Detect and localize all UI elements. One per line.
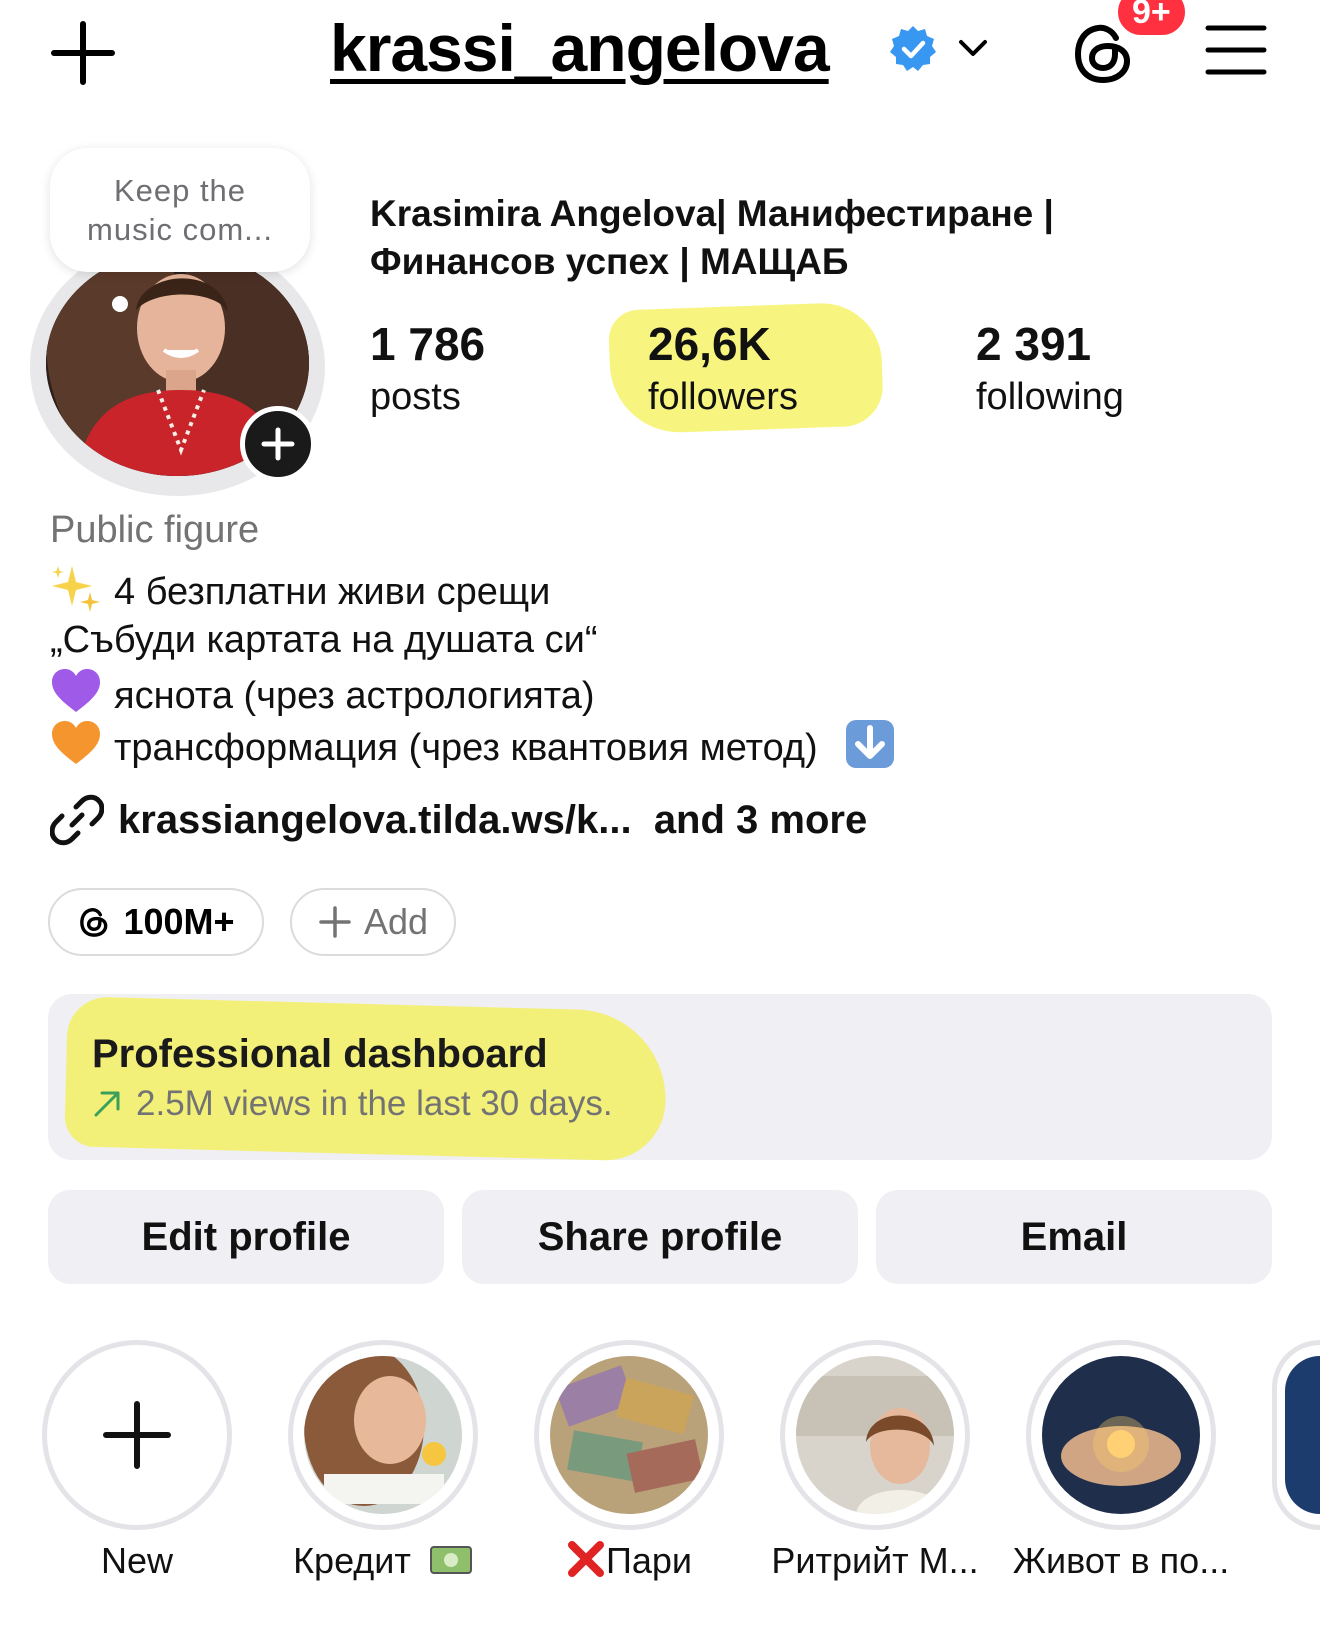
note-bubble[interactable]: Keep the music com... bbox=[50, 148, 310, 272]
plus-icon bbox=[319, 906, 351, 938]
highlight-label: New bbox=[100, 1540, 174, 1581]
add-chip-label: Add bbox=[363, 901, 429, 942]
red-x-icon bbox=[567, 1541, 604, 1577]
edit-profile-button[interactable]: Edit profile bbox=[48, 1190, 444, 1284]
full-name-line1: Krasimira Angelova| Манифестиране | bbox=[370, 193, 1054, 234]
threads-icon bbox=[80, 908, 108, 937]
full-name-line2: Финансов успех | МАЩАБ bbox=[370, 241, 849, 282]
down-arrow-icon bbox=[846, 720, 895, 768]
bio-text: „Събуди картата на душата си“ bbox=[50, 619, 598, 661]
add-chip-button[interactable]: Add bbox=[290, 888, 456, 956]
bio-link-more[interactable]: and 3 more bbox=[654, 798, 867, 842]
dashboard-title: Professional dashboard bbox=[92, 1032, 548, 1076]
following-label: following bbox=[976, 376, 1124, 418]
highlight-label-row: Кредит bbox=[268, 1537, 498, 1585]
bio-line-2: „Събуди картата на душата си“ bbox=[50, 614, 598, 666]
followers-count: 26,6K bbox=[648, 318, 771, 370]
sparkles-icon bbox=[52, 566, 100, 612]
note-text-line1: Keep the bbox=[113, 173, 247, 208]
add-story-button[interactable] bbox=[240, 406, 316, 482]
chevron-down-icon[interactable] bbox=[955, 30, 991, 66]
highlight-zhivot[interactable] bbox=[1026, 1340, 1216, 1530]
threads-count: 100M+ bbox=[123, 901, 235, 942]
bio-line-1: 4 безплатни живи срещи bbox=[50, 562, 550, 618]
stat-posts[interactable]: 1 786 posts bbox=[370, 316, 485, 422]
highlight-label-row: Пари bbox=[534, 1537, 724, 1585]
profile-category: Public figure bbox=[50, 509, 260, 551]
bio-text: 4 безплатни живи срещи bbox=[114, 571, 551, 613]
stat-following[interactable]: 2 391 following bbox=[976, 316, 1124, 422]
highlight-label: Ритрийт М... bbox=[771, 1540, 979, 1581]
link-icon bbox=[50, 794, 104, 846]
dashboard-subtitle: 2.5M views in the last 30 days. bbox=[136, 1084, 613, 1123]
highlighter-mark bbox=[64, 996, 668, 1162]
bio-line-3: яснота (чрез астрологията) bbox=[50, 666, 595, 722]
plus-icon bbox=[103, 1401, 171, 1469]
bio-link[interactable]: krassiangelova.tilda.ws/k... bbox=[118, 798, 632, 842]
posts-count: 1 786 bbox=[370, 318, 486, 370]
posts-label: posts bbox=[370, 376, 461, 418]
bio-text: трансформация (чрез квантовия метод) bbox=[114, 727, 818, 769]
threads-followers-chip[interactable]: 100M+ bbox=[48, 888, 264, 956]
stat-followers[interactable]: 26,6K followers bbox=[648, 316, 798, 422]
note-text-line2: music com... bbox=[87, 212, 273, 247]
highlight-pari[interactable] bbox=[534, 1340, 724, 1530]
followers-label: followers bbox=[648, 376, 798, 418]
bio-text: яснота (чрез астрологията) bbox=[114, 675, 595, 717]
verified-badge-icon bbox=[888, 24, 938, 74]
bio-line-4: трансформация (чрез квантовия метод) bbox=[50, 718, 908, 774]
highlight-label: Живот в по... bbox=[1012, 1540, 1230, 1581]
dashboard-subtitle-row: 2.5M views in the last 30 days. bbox=[92, 1084, 613, 1124]
highlight-label: Пари bbox=[605, 1540, 693, 1581]
highlight-new-button[interactable] bbox=[42, 1340, 232, 1530]
highlight-retreat[interactable] bbox=[780, 1340, 970, 1530]
email-button[interactable]: Email bbox=[876, 1190, 1272, 1284]
orange-heart-icon bbox=[52, 721, 100, 764]
share-profile-button[interactable]: Share profile bbox=[462, 1190, 858, 1284]
purple-heart-icon bbox=[52, 669, 100, 712]
plus-icon bbox=[261, 427, 295, 461]
bio-link-row[interactable]: krassiangelova.tilda.ws/k... and 3 more bbox=[50, 792, 867, 848]
create-plus-icon[interactable] bbox=[50, 20, 116, 86]
note-bubble-tail bbox=[112, 296, 128, 312]
hamburger-menu-icon[interactable] bbox=[1205, 22, 1267, 78]
username-title[interactable]: krassi_angelova bbox=[330, 8, 830, 88]
money-emoji-icon bbox=[429, 1546, 472, 1574]
highlight-label: Кредит bbox=[293, 1540, 411, 1581]
highlight-kredit[interactable] bbox=[288, 1340, 478, 1530]
trend-up-arrow-icon bbox=[94, 1091, 120, 1117]
following-count: 2 391 bbox=[976, 318, 1092, 370]
profile-full-name: Krasimira Angelova| Манифестиране | Фина… bbox=[370, 190, 1300, 286]
highlight-partial[interactable] bbox=[1272, 1340, 1320, 1530]
notification-badge[interactable]: 9+ bbox=[1115, 0, 1188, 38]
